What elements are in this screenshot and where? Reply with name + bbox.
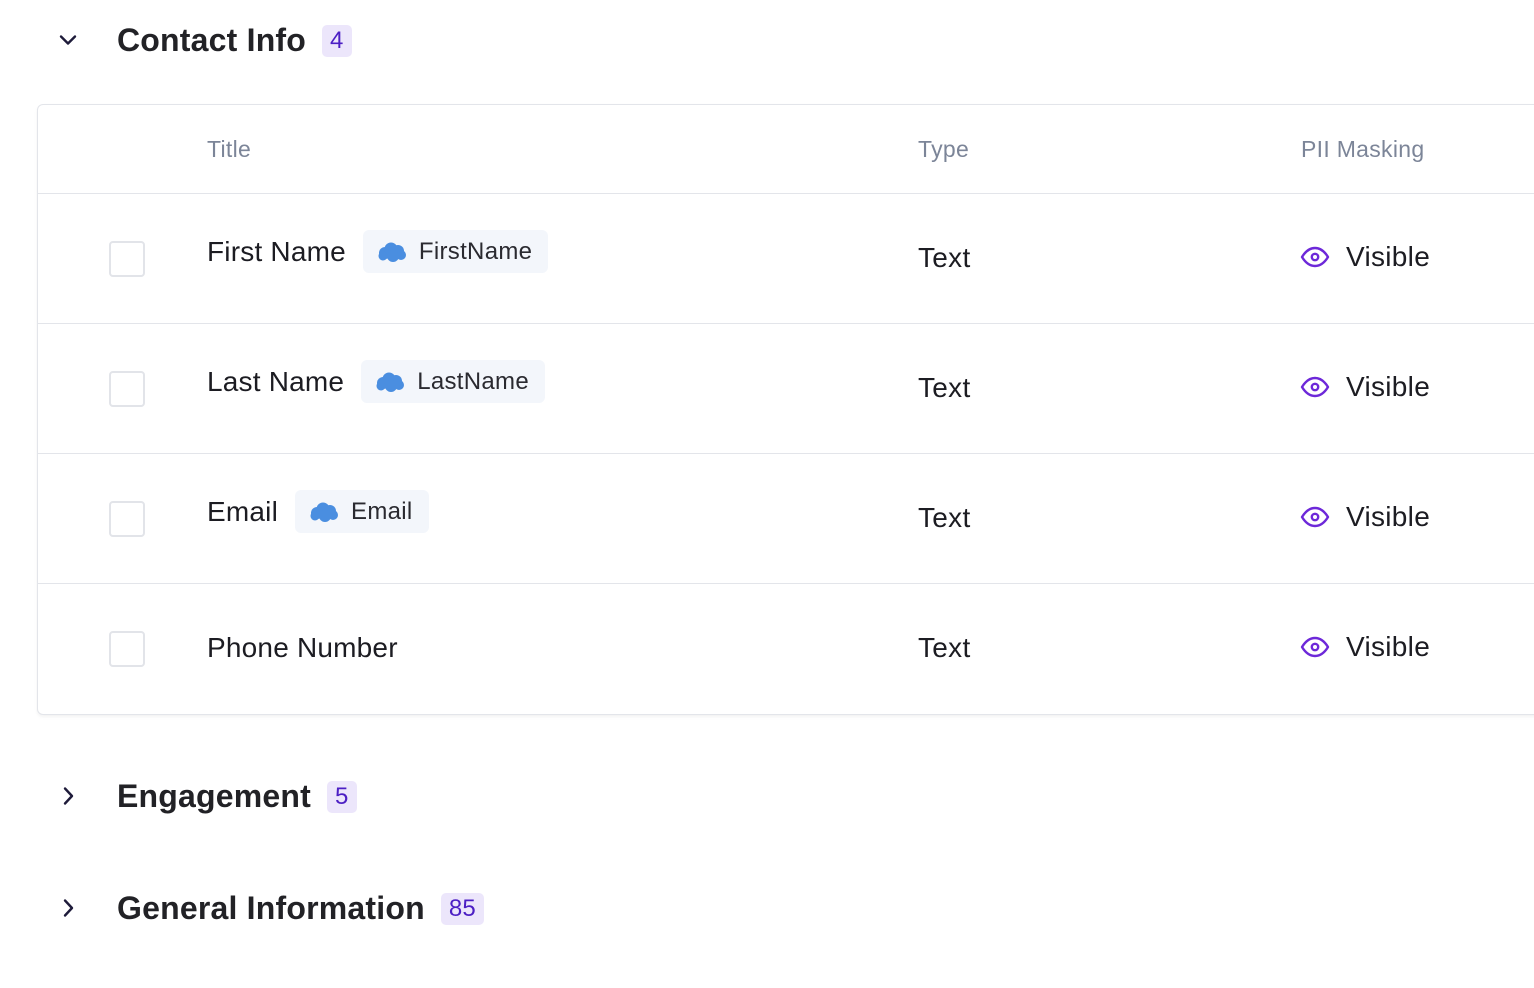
table-row: First Name FirstName Text Visible: [38, 194, 1534, 324]
field-name: Last Name: [207, 365, 345, 397]
table-row: Phone Number Text Visible: [38, 584, 1534, 713]
field-name: Email: [207, 495, 279, 527]
salesforce-cloud-icon: [310, 502, 339, 522]
cell-title: Last Name LastName: [207, 360, 545, 403]
salesforce-field-chip: FirstName: [362, 230, 549, 273]
eye-icon: [1300, 636, 1330, 658]
field-name: First Name: [207, 235, 346, 267]
section-header-general-information[interactable]: General Information 85: [0, 878, 900, 938]
section-title-text: Engagement: [117, 777, 312, 814]
cell-title: Email Email: [207, 490, 429, 533]
row-checkbox[interactable]: [109, 241, 145, 277]
salesforce-cloud-icon: [378, 242, 406, 262]
cell-type: Text: [918, 372, 971, 403]
cell-type: Text: [918, 502, 971, 533]
pii-status: Visible: [1346, 631, 1431, 662]
chevron-right-icon[interactable]: [54, 782, 82, 810]
salesforce-field-label: FirstName: [418, 237, 533, 265]
count-badge: 5: [327, 780, 357, 813]
chevron-down-icon[interactable]: [54, 26, 82, 54]
table-header: Title Type PII Masking: [38, 105, 1534, 194]
salesforce-field-label: LastName: [417, 367, 529, 395]
salesforce-cloud-icon: [376, 372, 405, 392]
pii-masking-toggle[interactable]: Visible: [1300, 371, 1430, 403]
fields-table: Title Type PII Masking First Name FirstN…: [37, 104, 1534, 715]
chevron-right-icon[interactable]: [54, 894, 82, 922]
pii-masking-toggle[interactable]: Visible: [1300, 631, 1430, 663]
pii-masking-toggle[interactable]: Visible: [1300, 501, 1430, 533]
eye-icon: [1300, 506, 1330, 528]
column-header-title: Title: [207, 136, 252, 162]
table-row: Email Email Text Visible: [38, 454, 1534, 584]
section-title: Engagement 5: [117, 778, 357, 815]
column-header-type: Type: [918, 136, 970, 162]
eye-icon: [1300, 376, 1330, 398]
salesforce-field-label: Email: [351, 497, 413, 525]
section-title-text: General Information: [117, 889, 425, 926]
table-row: Last Name LastName Text Visible: [38, 324, 1534, 454]
row-checkbox[interactable]: [109, 371, 145, 407]
eye-icon: [1300, 246, 1330, 268]
salesforce-field-chip: LastName: [361, 360, 545, 403]
cell-type: Text: [918, 632, 971, 663]
count-badge: 4: [322, 24, 352, 57]
pii-status: Visible: [1346, 501, 1431, 532]
section-title-text: Contact Info: [117, 21, 307, 58]
field-name: Phone Number: [207, 632, 398, 663]
row-checkbox[interactable]: [109, 631, 145, 667]
cell-title: Phone Number: [207, 632, 398, 664]
row-checkbox[interactable]: [109, 501, 145, 537]
salesforce-field-chip: Email: [295, 490, 429, 533]
pii-masking-toggle[interactable]: Visible: [1300, 241, 1430, 273]
section-header-engagement[interactable]: Engagement 5: [0, 766, 900, 826]
pii-status: Visible: [1346, 371, 1431, 402]
cell-type: Text: [918, 242, 971, 273]
column-header-pii-masking: PII Masking: [1301, 136, 1425, 162]
section-header-contact-info[interactable]: Contact Info 4: [0, 10, 900, 70]
count-badge: 85: [440, 892, 484, 925]
section-title: General Information 85: [117, 890, 484, 927]
section-title: Contact Info 4: [117, 22, 352, 59]
pii-status: Visible: [1346, 241, 1431, 272]
cell-title: First Name FirstName: [207, 230, 549, 273]
